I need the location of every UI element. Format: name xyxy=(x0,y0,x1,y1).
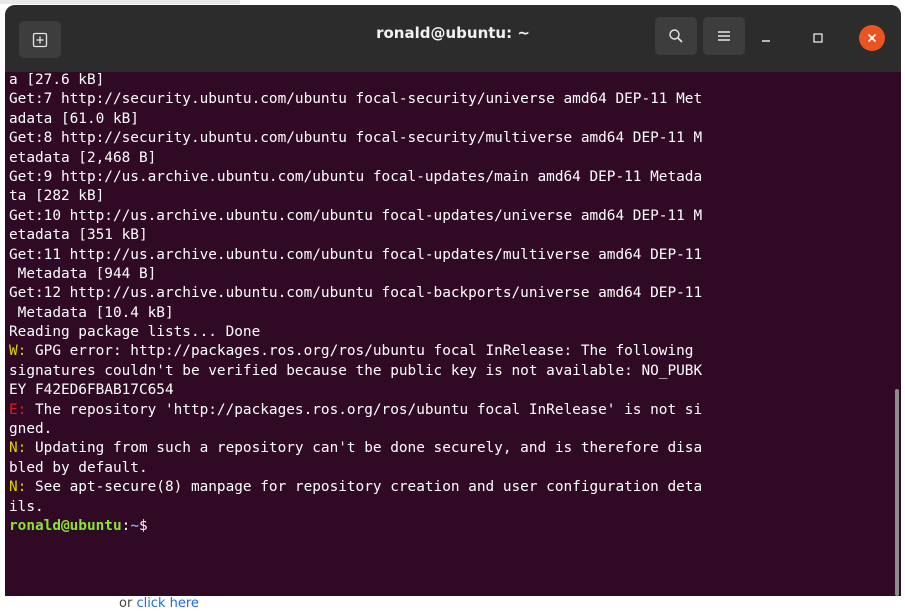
below-prefix: or xyxy=(119,596,137,611)
output-line: etadata [351 kB] xyxy=(9,227,148,244)
close-button[interactable] xyxy=(859,25,885,51)
scrollbar[interactable] xyxy=(895,389,899,596)
error-line: E: The repository 'http://packages.ros.o… xyxy=(9,401,889,420)
output-line: Get:11 http://us.archive.ubuntu.com/ubun… xyxy=(9,246,703,263)
note-text: Updating from such a repository can't be… xyxy=(26,440,703,457)
minimize-icon xyxy=(762,40,770,42)
output-line: Get:7 http://security.ubuntu.com/ubuntu … xyxy=(9,91,703,108)
prompt-symbol: $ xyxy=(138,517,148,534)
prompt-colon: : xyxy=(121,517,131,534)
output-line: Get:10 http://us.archive.ubuntu.com/ubun… xyxy=(9,207,703,224)
note-line: bled by default. xyxy=(9,459,148,476)
output-line: Metadata [10.4 kB] xyxy=(9,304,174,321)
output-line: etadata [2,468 B] xyxy=(9,149,157,166)
warning-line: W: GPG error: http://packages.ros.org/ro… xyxy=(9,342,889,361)
note-line: ils. xyxy=(9,498,44,515)
menu-button[interactable] xyxy=(703,17,745,55)
note-line: N: Updating from such a repository can't… xyxy=(9,439,889,458)
error-prefix: E: xyxy=(9,401,27,418)
top-edge-strip xyxy=(0,0,240,4)
output-line: Get:8 http://security.ubuntu.com/ubuntu … xyxy=(9,130,703,147)
output-line: Reading package lists... Done xyxy=(9,324,261,341)
prompt-path: ~ xyxy=(130,517,139,534)
note-line: N: See apt-secure(8) manpage for reposit… xyxy=(9,478,889,497)
output-line: a [27.6 kB] xyxy=(9,72,105,88)
error-line: gned. xyxy=(9,421,53,438)
warning-prefix: W: xyxy=(9,343,27,360)
warning-text: GPG error: http://packages.ros.org/ros/u… xyxy=(26,343,694,360)
output-line: Get:12 http://us.archive.ubuntu.com/ubun… xyxy=(9,285,703,302)
search-icon xyxy=(669,29,683,43)
note-prefix: N: xyxy=(9,440,27,457)
note-text: See apt-secure(8) manpage for repository… xyxy=(26,479,703,496)
prompt-user: ronald@ubuntu xyxy=(9,517,122,534)
click-here-link[interactable]: click here xyxy=(136,596,198,611)
terminal-output[interactable]: a [27.6 kB] Get:7 http://security.ubuntu… xyxy=(9,71,889,536)
hamburger-menu-icon xyxy=(718,31,730,41)
title-bar: ronald@ubuntu: ~ xyxy=(5,5,901,72)
minimize-button[interactable] xyxy=(756,28,776,48)
output-line: adata [61.0 kB] xyxy=(9,110,139,127)
output-line: Get:9 http://us.archive.ubuntu.com/ubunt… xyxy=(9,168,703,185)
terminal-window: ronald@ubuntu: ~ a [27.6 kB] Get:7 http:… xyxy=(5,5,901,596)
output-line: Metadata [944 B] xyxy=(9,265,157,282)
warning-line: signatures couldn't be verified because … xyxy=(9,362,703,379)
maximize-button[interactable] xyxy=(808,28,828,48)
close-icon xyxy=(867,33,877,43)
output-line: ta [282 kB] xyxy=(9,188,105,205)
error-text: The repository 'http://packages.ros.org/… xyxy=(26,401,703,418)
note-prefix: N: xyxy=(9,479,27,496)
maximize-icon xyxy=(813,33,823,43)
below-window-text: or click here xyxy=(119,597,199,610)
search-button[interactable] xyxy=(655,17,697,55)
warning-line: EY F42ED6FBAB17C654 xyxy=(9,382,174,399)
shell-prompt[interactable]: ronald@ubuntu:~$ xyxy=(9,517,889,536)
